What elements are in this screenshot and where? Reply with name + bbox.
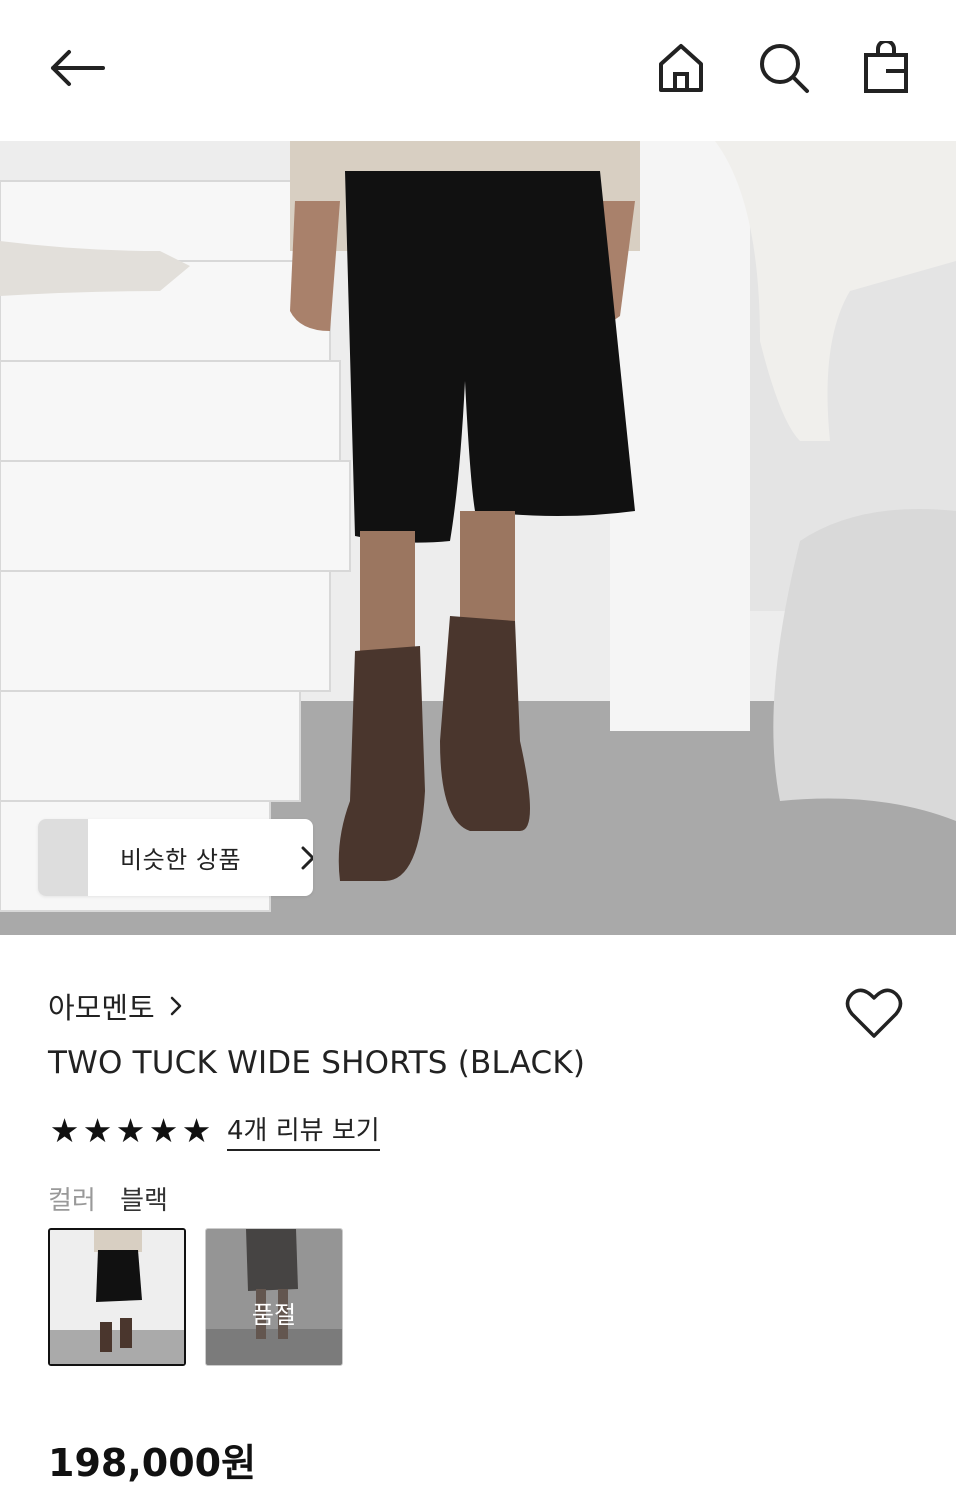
product-photo xyxy=(0,141,956,935)
star-icon: ★ xyxy=(148,1110,179,1150)
shopping-bag-icon xyxy=(864,41,908,93)
color-row: 컬러 블랙 xyxy=(48,1180,168,1217)
cart-button[interactable] xyxy=(860,40,912,96)
back-button[interactable] xyxy=(44,40,108,96)
chevron-right-icon xyxy=(170,996,181,1016)
star-icon: ★ xyxy=(82,1110,113,1150)
similar-product-thumbnail xyxy=(38,819,88,896)
color-label: 컬러 xyxy=(48,1186,96,1216)
soldout-overlay: 품절 xyxy=(206,1229,342,1365)
brand-name: 아모멘토 xyxy=(48,991,155,1025)
soldout-label: 품절 xyxy=(251,1300,297,1329)
rating-row: ★ ★ ★ ★ ★ 4개 리뷰 보기 xyxy=(48,1110,380,1151)
star-icon: ★ xyxy=(49,1110,80,1150)
similar-products-label: 비슷한 상품 xyxy=(120,846,242,874)
heart-icon xyxy=(845,988,903,1038)
search-button[interactable] xyxy=(756,40,812,96)
rating-stars: ★ ★ ★ ★ ★ xyxy=(48,1111,213,1151)
similar-products-button[interactable]: 비슷한 상품 xyxy=(38,819,313,896)
product-hero-image[interactable]: 비슷한 상품 xyxy=(0,141,956,935)
color-swatch-soldout[interactable]: 품절 xyxy=(205,1228,343,1366)
swatch-thumbnail xyxy=(50,1230,184,1364)
review-link[interactable]: 4개 리뷰 보기 xyxy=(227,1110,380,1151)
chevron-right-icon xyxy=(301,846,313,870)
product-price: 198,000원 xyxy=(48,1441,257,1485)
arrow-left-icon xyxy=(51,50,105,86)
product-title: TWO TUCK WIDE SHORTS (BLACK) xyxy=(48,1045,586,1081)
home-icon xyxy=(659,44,703,92)
home-button[interactable] xyxy=(654,40,708,96)
brand-link[interactable]: 아모멘토 xyxy=(48,985,183,1027)
wishlist-button[interactable] xyxy=(845,986,903,1044)
color-swatch-black[interactable] xyxy=(48,1228,186,1366)
top-bar xyxy=(0,0,956,140)
star-icon: ★ xyxy=(181,1110,212,1150)
color-value: 블랙 xyxy=(120,1186,168,1216)
search-icon xyxy=(760,44,809,93)
star-icon: ★ xyxy=(115,1110,146,1150)
